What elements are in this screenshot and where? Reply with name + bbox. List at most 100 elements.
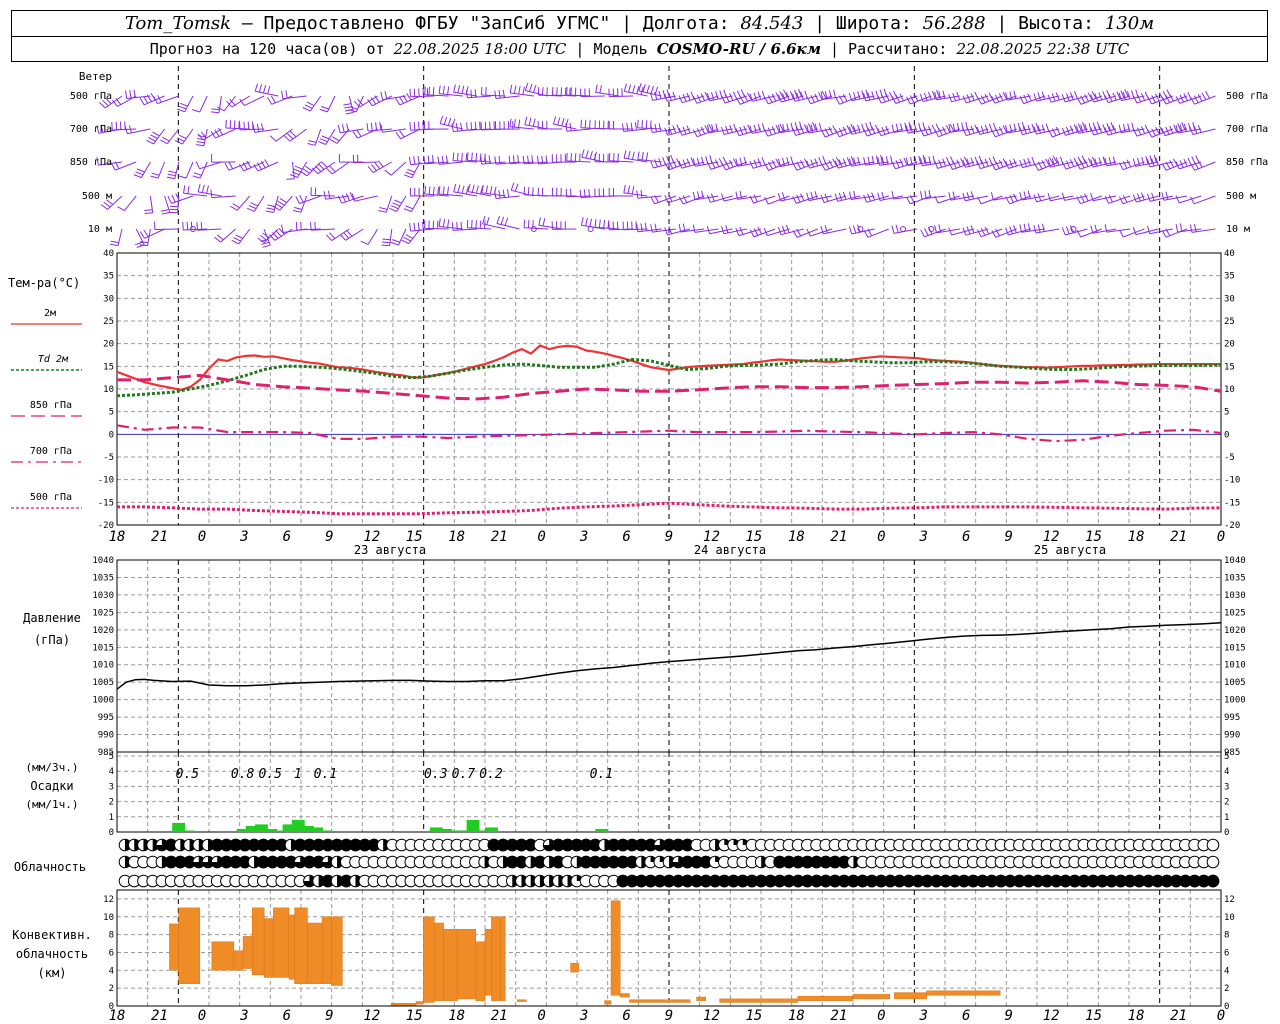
legend-850-label: 850 гПа (30, 400, 72, 411)
meteogram-svg: 0.5 0.8 0.5 1 0.1 0.3 0.7 0.2 0.1 40 4035 3530 3025… (8, 66, 1268, 1024)
wind-barb-feather (532, 84, 537, 93)
wind-barb-feather (302, 107, 311, 112)
temp-ytick-left: 35 (103, 272, 114, 282)
wind-barb-feather (438, 186, 441, 195)
wind-barb-feather (650, 224, 653, 233)
wind-barb-feather (304, 104, 313, 109)
wind-barb-feather (696, 128, 702, 136)
wind-barb-feather (790, 156, 794, 165)
wind-barb-shaft (124, 195, 137, 211)
wind-barb-shaft (157, 161, 166, 179)
wind-barb-shaft (274, 228, 293, 241)
wind-barb-shaft (238, 228, 251, 245)
wind-barb-feather (453, 84, 456, 93)
wind-barb-feather (527, 219, 530, 229)
wind-barb-feather (861, 123, 865, 132)
wind-barb-feather (998, 159, 1004, 168)
wind-barb-shaft (154, 228, 179, 230)
wind-barb-shaft (275, 128, 293, 142)
wind-barb-feather (721, 225, 725, 234)
wind-barb-feather (616, 221, 619, 230)
wind-barb-feather (233, 237, 241, 242)
wind-barb-feather (1055, 126, 1061, 135)
wind-barb-feather (998, 126, 1004, 135)
wind-barb-feather (356, 129, 362, 137)
wind-barb-feather (585, 217, 588, 227)
wind-barb-shaft (398, 228, 407, 246)
wind-barb-shaft (225, 127, 250, 130)
wind-barb-feather (119, 121, 122, 130)
wind-barb-feather (272, 232, 279, 239)
wind-barb-feather (857, 91, 861, 100)
conv-ytick-left: 2 (109, 984, 114, 994)
conv-bar (423, 916, 435, 1003)
wind-barb-feather (792, 163, 798, 171)
wind-barb-feather (692, 95, 698, 104)
wind-barb-feather (514, 183, 519, 192)
wind-barb-feather (254, 83, 258, 92)
wind-barb-shaft (157, 95, 179, 105)
wind-barb-feather (1119, 229, 1124, 238)
wind-barb-feather (285, 90, 288, 99)
hour-tick-top: 21 (830, 529, 847, 545)
wind-level-500hpa-left: 500 гПа (70, 91, 112, 102)
wind-barb-feather (828, 126, 834, 135)
precip-title-1h: (мм/1ч.) (26, 798, 79, 811)
wind-barb-feather (814, 191, 818, 200)
wind-barb-feather (494, 190, 497, 199)
wind-barb-shaft (185, 161, 194, 179)
hour-tick-bottom: 3 (919, 1008, 928, 1024)
wind-barb-feather (628, 84, 632, 93)
wind-barb-feather (634, 122, 637, 131)
wind-barb-shaft (924, 228, 946, 238)
wind-barb-feather (197, 183, 201, 193)
wind-barb-feather (891, 96, 897, 104)
wind-barb-feather (261, 241, 270, 245)
wind-barb-feather (346, 229, 353, 237)
wind-barb-shaft (183, 192, 208, 197)
wind-barb-feather (408, 156, 412, 165)
wind-barb-feather (1201, 92, 1207, 101)
conv-bar (178, 907, 201, 984)
temp-ytick-right: -20 (1224, 521, 1240, 531)
wind-barb-feather (192, 109, 200, 113)
wind-barb-feather (405, 234, 414, 239)
wind-barb-feather (264, 159, 270, 167)
hour-tick-bottom: 15 (1085, 1008, 1102, 1024)
wind-barb-feather (1041, 160, 1047, 168)
wind-barb-feather (589, 120, 591, 129)
wind-barb-feather (622, 123, 625, 132)
hour-tick-bottom: 9 (325, 1008, 333, 1024)
wind-barb-feather (1084, 193, 1089, 202)
wind-barb-feather (599, 85, 602, 94)
wind-barb-shaft (467, 227, 492, 230)
wind-barb-feather (701, 156, 704, 165)
wind-barb-feather (160, 209, 169, 212)
wind-barb-feather (690, 91, 695, 100)
wind-barb-feather (654, 159, 658, 168)
wind-barb-feather (370, 122, 373, 131)
wind-barb-feather (757, 226, 763, 235)
wind-calm (530, 226, 537, 232)
wind-barb-feather (523, 186, 526, 195)
wind-barb-feather (327, 190, 331, 199)
wind-barb-shaft (367, 128, 392, 132)
wind-barb-feather (725, 94, 730, 102)
wind-barb-feather (1151, 192, 1155, 201)
wind-barb-feather (749, 160, 754, 169)
wind-barb-feather (117, 206, 125, 212)
hour-tick-top: 18 (109, 529, 126, 545)
day-label-23: 23 августа (354, 543, 426, 557)
wind-barb-feather (265, 210, 274, 213)
wind-barb-feather (286, 178, 295, 180)
wind-barb-feather (810, 159, 815, 168)
wind-barb-feather (1118, 196, 1124, 205)
wind-barb-feather (269, 135, 277, 142)
prec-ytick-right: 3 (1224, 782, 1229, 792)
wind-barb-shaft (345, 228, 364, 241)
wind-barb-feather (461, 153, 463, 162)
wind-barb-feather (585, 150, 589, 159)
wind-barb-feather (455, 123, 459, 132)
wind-barb-feather (341, 194, 347, 203)
wind-barb-feather (196, 144, 205, 147)
